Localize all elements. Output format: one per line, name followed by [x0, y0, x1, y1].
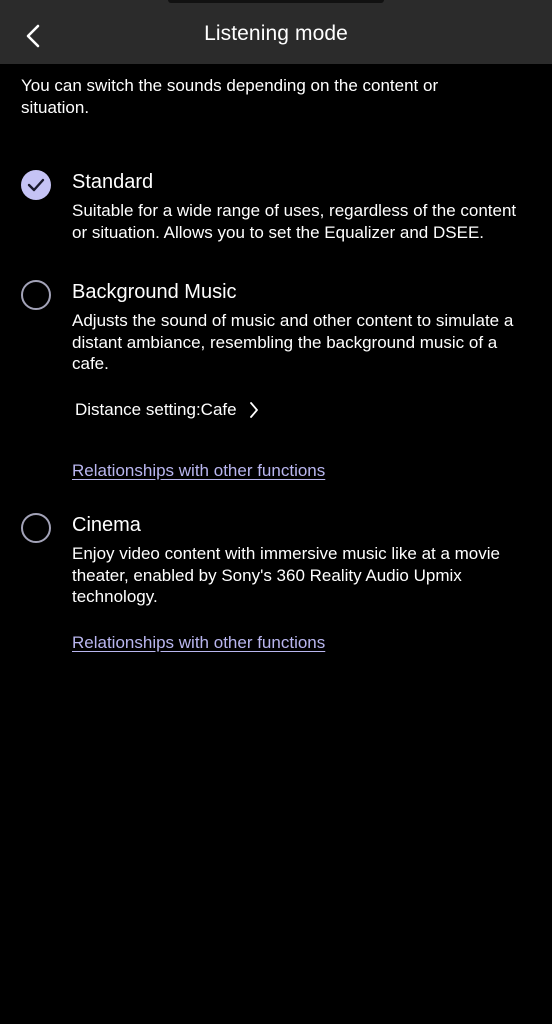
page-title: Listening mode [204, 22, 348, 45]
option-desc-background-music: Adjusts the sound of music and other con… [72, 311, 514, 373]
status-notch [168, 0, 384, 3]
intro-text: You can switch the sounds depending on t… [21, 76, 439, 117]
option-desc-standard: Suitable for a wide range of uses, regar… [72, 201, 517, 242]
radio-background-music[interactable] [21, 280, 51, 310]
distance-setting-label: Distance setting:Cafe [75, 400, 237, 419]
checkmark-icon [27, 178, 45, 192]
option-desc-cinema: Enjoy video content with immersive music… [72, 544, 500, 606]
radio-standard[interactable] [21, 170, 51, 200]
chevron-right-icon [249, 402, 258, 418]
option-title-cinema[interactable]: Cinema [72, 514, 141, 537]
radio-cinema[interactable] [21, 513, 51, 543]
option-title-standard[interactable]: Standard [72, 171, 153, 194]
option-title-background-music[interactable]: Background Music [72, 281, 237, 304]
relationships-link-background-music[interactable]: Relationships with other functions [72, 461, 325, 481]
relationships-link-cinema[interactable]: Relationships with other functions [72, 633, 325, 653]
distance-setting-button[interactable]: Distance setting:Cafe [75, 400, 259, 420]
header-bar: Listening mode [0, 0, 552, 64]
